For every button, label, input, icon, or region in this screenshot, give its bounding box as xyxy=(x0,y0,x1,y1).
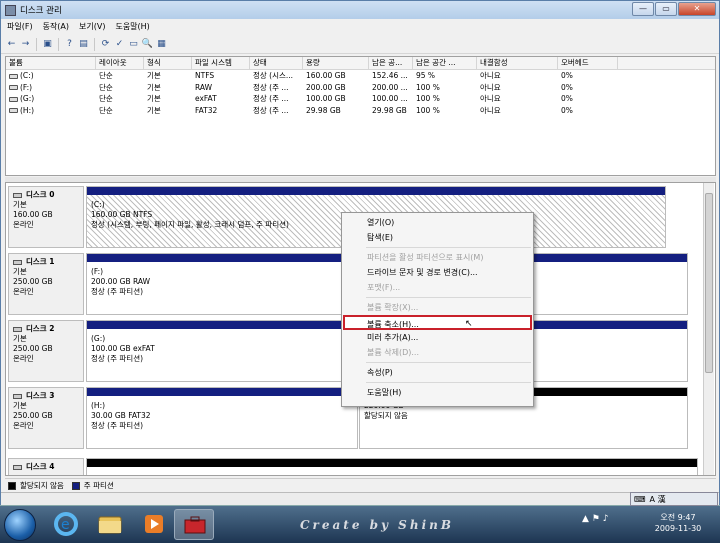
taskbar-media-player[interactable] xyxy=(134,509,174,540)
language-bar[interactable]: ⌨ A 漢 xyxy=(630,492,718,506)
search-icon[interactable]: 🔍 xyxy=(142,39,153,50)
toolbox-icon xyxy=(184,516,206,534)
title-bar: 디스크 관리 — ▭ ✕ xyxy=(1,1,719,19)
console-tree-icon[interactable]: ▣ xyxy=(42,39,53,50)
table-row[interactable]: (G:) 단순 기본 exFAT 정상 (주 ... 100.00 GB 100.00… xyxy=(6,93,715,105)
media-player-icon xyxy=(145,515,163,533)
minimize-button[interactable]: — xyxy=(632,2,654,16)
app-icon xyxy=(5,4,16,16)
help-icon[interactable]: ? xyxy=(64,39,75,50)
disk-icon xyxy=(13,464,22,470)
menu-item-mark-active: 파티션을 활성 파티션으로 표시(M) xyxy=(367,253,484,262)
disk-label[interactable]: 디스크 1 기본 250.00 GB 온라인 xyxy=(8,253,84,315)
network-icon: ▲ xyxy=(582,514,589,524)
taskbar: ⌨ A 漢 e Create by ShinB ▲ ⚑ ♪ 오전 9:47 200… xyxy=(0,492,720,543)
menu-item-change-drive-letter[interactable]: 드라이브 문자 및 경로 변경(C)... xyxy=(342,265,533,280)
col-capacity[interactable]: 용량 xyxy=(303,57,369,69)
disk-label[interactable]: 디스크 2 기본 250.00 GB 온라인 xyxy=(8,320,84,382)
col-overhead[interactable]: 오버헤드 xyxy=(558,57,618,69)
disk-icon xyxy=(13,326,22,332)
menu-item-format: 포맷(F)... xyxy=(367,283,401,292)
forward-icon[interactable]: → xyxy=(20,39,31,50)
context-menu: 열기(O) 탐색(E) 파티션을 활성 파티션으로 표시(M) 드라이브 문자 … xyxy=(341,212,534,407)
maximize-button[interactable]: ▭ xyxy=(655,2,677,16)
menu-file[interactable]: 파일(F) xyxy=(7,21,33,32)
taskbar-disk-management[interactable] xyxy=(174,509,214,540)
check-icon[interactable]: ✓ xyxy=(114,39,125,50)
volume-list-header: 볼륨 레이아웃 형식 파일 시스템 상태 용량 남은 공... 남은 공간 ..… xyxy=(6,57,715,70)
table-row[interactable]: (C:) 단순 기본 NTFS 정상 (시스... 160.00 GB 152.46 … xyxy=(6,70,715,82)
taskbar-ie[interactable]: e xyxy=(46,509,86,540)
disk-label[interactable]: 디스크 4 xyxy=(8,458,84,475)
status-bar xyxy=(1,492,719,505)
mouse-cursor-icon: ↖ xyxy=(465,319,473,329)
disk-4-partition[interactable] xyxy=(86,458,698,475)
drive-icon[interactable]: ▭ xyxy=(128,39,139,50)
disk-icon xyxy=(13,259,22,265)
col-free[interactable]: 남은 공... xyxy=(369,57,413,69)
flag-icon: ⚑ xyxy=(591,514,600,524)
vertical-scrollbar[interactable] xyxy=(703,183,714,475)
menu-item-help[interactable]: 도움말(H) xyxy=(342,385,533,400)
menu-item-extend-volume: 볼륨 확장(X)... xyxy=(367,303,419,312)
unallocated-swatch xyxy=(8,481,16,490)
menu-item-explore[interactable]: 탐색(E) xyxy=(342,230,533,245)
volume-icon: ♪ xyxy=(602,514,609,524)
col-fault-tolerance[interactable]: 내결함성 xyxy=(477,57,558,69)
menu-item-open[interactable]: 열기(O) xyxy=(342,215,533,230)
refresh-icon[interactable]: ⟳ xyxy=(100,39,111,50)
volume-list: 볼륨 레이아웃 형식 파일 시스템 상태 용량 남은 공... 남은 공간 ..… xyxy=(5,56,716,176)
menu-action[interactable]: 동작(A) xyxy=(43,21,69,32)
disk-label[interactable]: 디스크 3 기본 250.00 GB 온라인 xyxy=(8,387,84,449)
col-type[interactable]: 형식 xyxy=(144,57,192,69)
disk-icon xyxy=(13,192,22,198)
back-icon[interactable]: ← xyxy=(6,39,17,50)
partition-h[interactable]: (H:) 30.00 GB FAT32 정상 (주 파티션) xyxy=(86,387,358,449)
menu-item-shrink-volume[interactable]: 볼륨 축소(H)... xyxy=(343,315,532,330)
taskbar-explorer[interactable] xyxy=(90,509,130,540)
credit-text: Create by ShinB xyxy=(300,518,454,532)
clock[interactable]: 오전 9:47 2009-11-30 xyxy=(648,512,708,534)
disk-icon xyxy=(13,393,22,399)
svg-text:e: e xyxy=(61,517,70,533)
col-free-pct[interactable]: 남은 공간 ... xyxy=(413,57,477,69)
toolbar: ← → ▣ ? ▤ ⟳ ✓ ▭ 🔍 ▦ xyxy=(1,35,719,54)
settings-icon[interactable]: ▦ xyxy=(156,39,167,50)
folder-icon xyxy=(98,516,122,534)
drive-icon xyxy=(9,96,18,102)
drive-icon xyxy=(9,108,18,113)
menu-view[interactable]: 보기(V) xyxy=(79,21,105,32)
ie-icon: e xyxy=(54,512,78,536)
drive-icon xyxy=(9,85,18,90)
legend: 할당되지 않음 주 파티션 xyxy=(5,478,716,492)
table-row[interactable]: (F:) 단순 기본 RAW 정상 (주 ... 200.00 GB 200.00 .… xyxy=(6,82,715,94)
menu-item-properties[interactable]: 속성(P) xyxy=(342,365,533,380)
disk-row: 디스크 4 xyxy=(8,458,698,475)
col-volume[interactable]: 볼륨 xyxy=(6,57,96,69)
drive-icon xyxy=(9,73,18,79)
menu-item-add-mirror[interactable]: 미러 추가(A)... xyxy=(342,330,533,345)
close-button[interactable]: ✕ xyxy=(678,2,716,16)
table-row[interactable]: (H:) 단순 기본 FAT32 정상 (주 ... 29.98 GB 29.98 G… xyxy=(6,105,715,117)
keyboard-icon: ⌨ xyxy=(634,494,646,504)
start-button[interactable] xyxy=(4,509,36,541)
col-status[interactable]: 상태 xyxy=(250,57,303,69)
menu-help[interactable]: 도움말(H) xyxy=(115,21,149,32)
system-tray[interactable]: ▲ ⚑ ♪ xyxy=(582,514,642,532)
col-filesystem[interactable]: 파일 시스템 xyxy=(192,57,250,69)
properties-icon[interactable]: ▤ xyxy=(78,39,89,50)
primary-swatch xyxy=(71,481,80,490)
col-layout[interactable]: 레이아웃 xyxy=(96,57,144,69)
window-title: 디스크 관리 xyxy=(20,6,62,16)
menu-item-delete-volume: 볼륨 삭제(D)... xyxy=(367,348,420,357)
disk-label[interactable]: 디스크 0 기본 160.00 GB 온라인 xyxy=(8,186,84,248)
menu-bar: 파일(F) 동작(A) 보기(V) 도움말(H) xyxy=(1,19,719,34)
